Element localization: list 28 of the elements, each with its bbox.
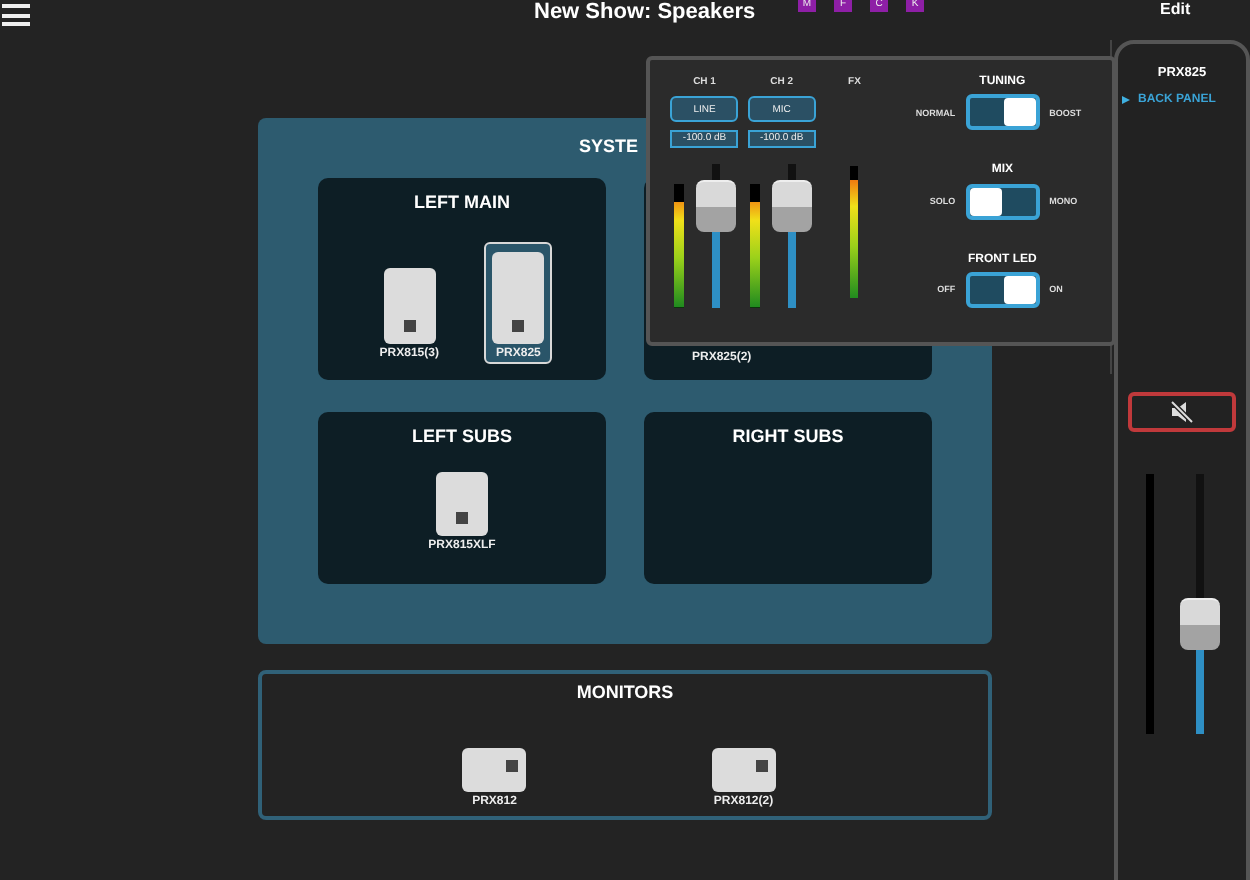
level-meter <box>850 166 859 298</box>
speaker-icon <box>436 472 488 536</box>
speaker-icon <box>492 252 545 344</box>
muted-speaker-icon <box>1170 400 1194 424</box>
speaker-icon <box>383 268 436 344</box>
fader-handle[interactable] <box>1179 598 1219 651</box>
edit-button[interactable]: Edit <box>1156 0 1195 20</box>
level-meter <box>750 184 761 308</box>
toggle-switch[interactable] <box>965 271 1040 308</box>
toggle-switch[interactable] <box>965 94 1040 131</box>
zone-title: LEFT MAIN <box>412 192 512 216</box>
screen-title: New Show: Speakers <box>534 0 756 24</box>
menu-icon[interactable] <box>2 4 30 26</box>
fader-slider[interactable] <box>1179 474 1219 734</box>
zone-title: RIGHT SUBS <box>730 426 846 450</box>
fader-handle[interactable] <box>695 180 736 233</box>
toggle-switch[interactable] <box>965 183 1040 220</box>
level-meter <box>673 184 684 308</box>
mute-button[interactable] <box>1128 392 1236 432</box>
panel-title: SYSTE <box>578 136 638 156</box>
speaker-icon <box>462 748 527 792</box>
fader-slider[interactable] <box>695 164 736 308</box>
zone-title: MONITORS <box>574 682 676 706</box>
fader-handle[interactable] <box>772 180 813 233</box>
fader-slider[interactable] <box>772 164 813 308</box>
speaker-icon <box>711 748 776 792</box>
zone-title: LEFT SUBS <box>409 426 514 450</box>
arrow-icon <box>1122 96 1130 104</box>
